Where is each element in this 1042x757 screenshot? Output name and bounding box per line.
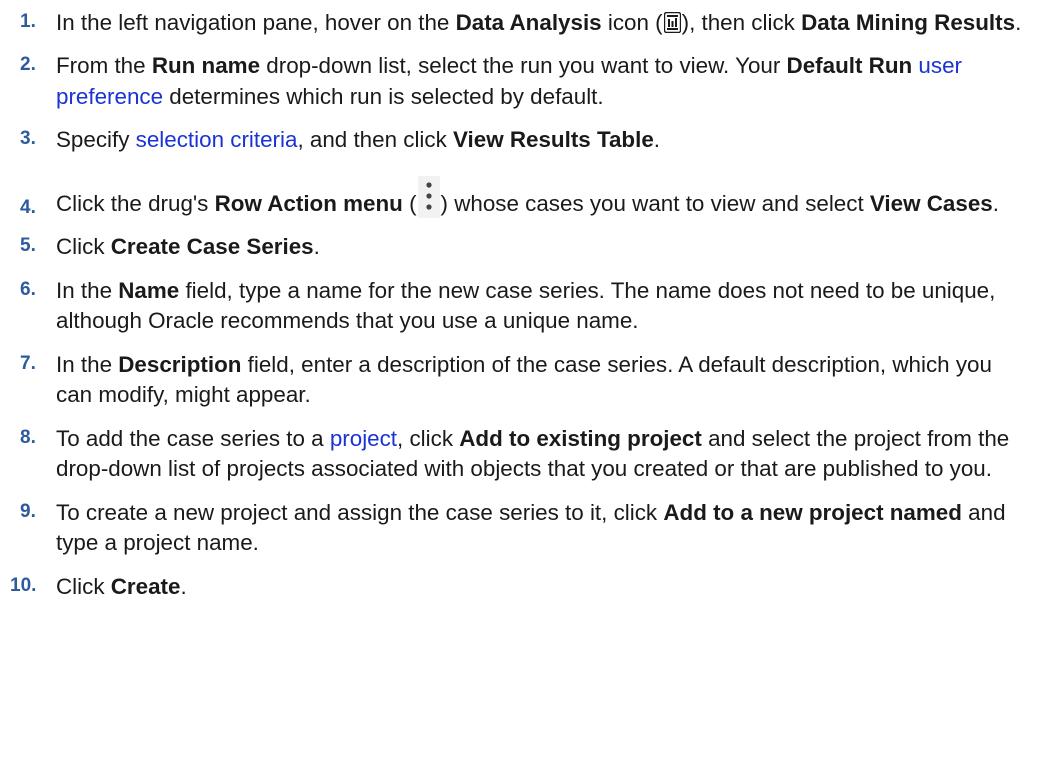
step-text: In the (56, 277, 119, 303)
step-4: 4. Click the drug's Row Action menu ( ) … (0, 175, 1042, 219)
data-analysis-icon (663, 11, 681, 34)
selection-criteria-link[interactable]: selection criteria (136, 127, 298, 152)
step-1: 1. In the left navigation pane, hover on… (0, 8, 1042, 38)
step-text: . (313, 234, 320, 260)
step-number: 1. (20, 11, 36, 32)
step-text: . (1015, 10, 1022, 35)
ui-term-default-run: Default Run (786, 53, 913, 79)
step-text: , and then click (297, 127, 454, 153)
ui-term-data-mining-results: Data Mining Results (801, 10, 1016, 35)
step-text: determines which run is selected by defa… (163, 83, 604, 109)
step-text: . (653, 127, 661, 153)
step-text: ), then click (681, 10, 802, 35)
step-text: Specify (56, 127, 136, 153)
step-7: 7. In the Description field, enter a des… (0, 350, 1042, 411)
procedure-steps: 1. In the left navigation pane, hover on… (0, 0, 1042, 615)
step-6: 6. In the Name field, type a name for th… (0, 276, 1042, 337)
step-number: 4. (20, 196, 36, 218)
step-text: To add the case series to a (56, 425, 330, 451)
ui-term-add-to-existing-project: Add to existing project (459, 425, 702, 451)
step-text: Click the drug's (56, 190, 215, 216)
step-text: In the (56, 351, 119, 377)
ui-term-create-case-series: Create Case Series (110, 234, 314, 260)
step-text: ( (402, 190, 417, 216)
step-text: Click (56, 234, 111, 260)
step-number: 8. (20, 426, 36, 448)
ui-term-data-analysis: Data Analysis (455, 10, 602, 35)
step-text: ) whose cases you want to view and selec… (440, 190, 870, 216)
ui-term-view-results-table: View Results Table (453, 127, 654, 153)
ui-term-view-cases: View Cases (869, 190, 993, 216)
step-3: 3. Specify selection criteria, and then … (0, 125, 1042, 155)
ui-term-row-action-menu: Row Action menu (214, 190, 403, 216)
step-text: . (992, 190, 999, 216)
step-2: 2. From the Run name drop-down list, sel… (0, 51, 1042, 112)
step-5: 5. Click Create Case Series. (0, 232, 1042, 262)
step-number: 9. (20, 500, 36, 522)
step-text: field, type a name for the new case seri… (56, 277, 996, 334)
step-text: drop-down list, select the run you want … (260, 53, 787, 79)
step-text: , click (397, 425, 460, 451)
step-number: 7. (20, 352, 36, 374)
step-text: From the (56, 53, 152, 79)
ui-term-description: Description (118, 351, 242, 377)
step-number: 2. (20, 54, 36, 76)
step-10: 10. Click Create. (0, 572, 1042, 602)
step-text: Click (56, 573, 111, 599)
ui-term-name: Name (118, 277, 180, 303)
step-8: 8. To add the case series to a project, … (0, 424, 1042, 485)
step-number: 6. (20, 278, 36, 300)
ui-term-add-to-new-project: Add to a new project named (663, 499, 962, 525)
step-text: . (180, 573, 187, 599)
step-9: 9. To create a new project and assign th… (0, 498, 1042, 559)
step-number: 3. (20, 128, 36, 150)
step-text: In the left navigation pane, hover on th… (56, 10, 456, 35)
ui-term-create: Create (110, 573, 181, 599)
ui-term-run-name: Run name (151, 53, 261, 79)
project-link[interactable]: project (330, 426, 397, 451)
step-text: To create a new project and assign the c… (56, 499, 664, 525)
step-text: icon ( (601, 10, 663, 35)
row-action-menu-icon (417, 175, 440, 218)
step-number: 5. (20, 235, 36, 257)
step-number: 10. (10, 574, 37, 596)
